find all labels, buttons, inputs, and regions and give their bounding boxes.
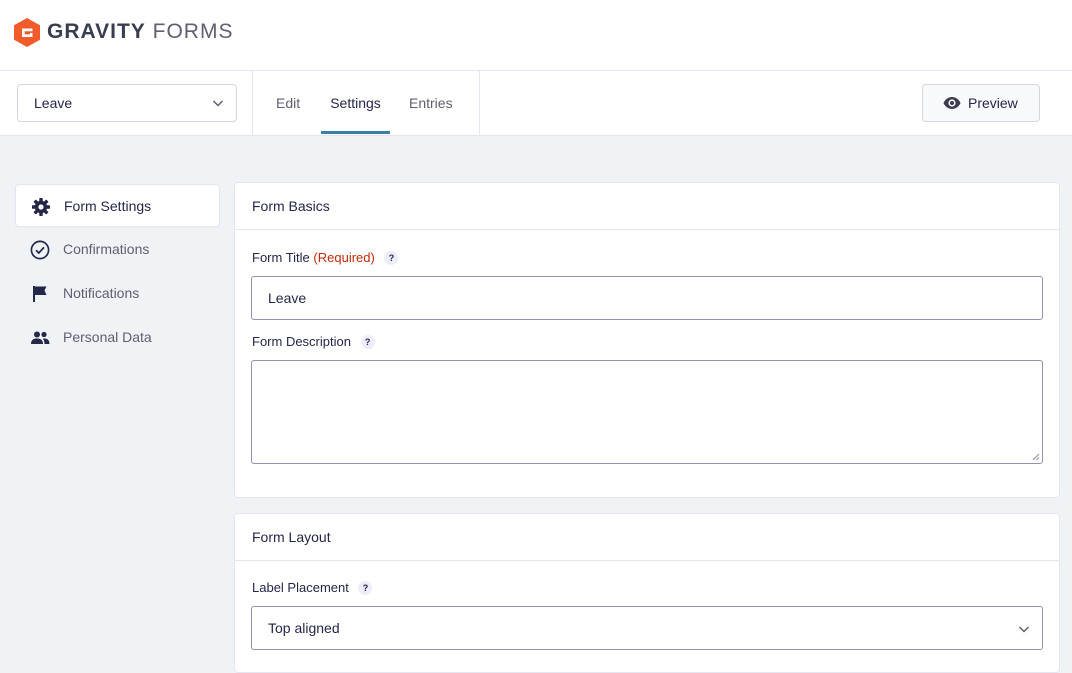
- form-selector-dropdown[interactable]: Leave: [17, 84, 237, 122]
- sidebar-item-personal-data[interactable]: Personal Data: [15, 316, 220, 359]
- app-header: GRAVITY FORMS: [0, 0, 1072, 71]
- people-icon: [31, 331, 50, 344]
- sidebar-item-confirmations[interactable]: Confirmations: [15, 228, 220, 271]
- chevron-down-icon: [212, 100, 224, 107]
- form-description-label-text: Form Description: [252, 334, 351, 349]
- form-basics-panel: Form Basics Form Title (Required) ? Leav…: [234, 182, 1060, 498]
- label-placement-label-text: Label Placement: [252, 580, 349, 595]
- sidebar-item-label: Notifications: [63, 285, 140, 301]
- eye-icon: [943, 97, 961, 109]
- sidebar-item-label: Personal Data: [63, 329, 152, 345]
- sidebar-item-label: Form Settings: [64, 198, 152, 214]
- preview-button[interactable]: Preview: [922, 84, 1040, 122]
- sidebar-item-label: Confirmations: [63, 241, 150, 257]
- brand-name: GRAVITY FORMS: [47, 19, 233, 45]
- help-icon[interactable]: ?: [384, 251, 399, 265]
- check-circle-icon: [30, 240, 50, 260]
- chevron-down-icon: [1018, 626, 1030, 633]
- tab-edit[interactable]: Edit: [276, 71, 300, 135]
- form-title-label: Form Title (Required) ?: [252, 249, 399, 267]
- preview-button-label: Preview: [968, 95, 1018, 111]
- form-description-label: Form Description ?: [252, 333, 375, 351]
- flag-icon: [33, 286, 47, 302]
- form-title-label-text: Form Title: [252, 250, 310, 265]
- gear-icon: [32, 198, 50, 216]
- form-selector-value: Leave: [34, 95, 73, 111]
- label-placement-value: Top aligned: [268, 620, 340, 636]
- resize-handle-icon[interactable]: [1032, 453, 1040, 461]
- sidebar-item-form-settings[interactable]: Form Settings: [15, 184, 220, 227]
- brand-name-light: FORMS: [152, 20, 234, 43]
- active-tab-indicator: [321, 131, 390, 134]
- required-indicator: (Required): [313, 250, 375, 265]
- help-icon[interactable]: ?: [360, 335, 375, 349]
- label-placement-select[interactable]: Top aligned: [251, 606, 1043, 650]
- toolbar-divider: [252, 71, 253, 135]
- tab-entries[interactable]: Entries: [409, 71, 453, 135]
- label-placement-label: Label Placement ?: [252, 579, 373, 597]
- sidebar-item-notifications[interactable]: Notifications: [15, 272, 220, 315]
- gravity-forms-logo-icon: [14, 18, 40, 47]
- panel-title: Form Basics: [235, 183, 1059, 230]
- help-icon[interactable]: ?: [358, 581, 373, 595]
- toolbar-divider: [479, 71, 480, 135]
- brand-name-bold: GRAVITY: [47, 20, 146, 43]
- tab-settings[interactable]: Settings: [321, 71, 390, 135]
- form-layout-panel: Form Layout Label Placement ? Top aligne…: [234, 513, 1060, 673]
- form-toolbar: Leave Edit Settings Entries Preview: [0, 71, 1072, 136]
- form-description-textarea[interactable]: [251, 360, 1043, 464]
- form-title-input[interactable]: Leave: [251, 276, 1043, 320]
- panel-title: Form Layout: [235, 514, 1059, 561]
